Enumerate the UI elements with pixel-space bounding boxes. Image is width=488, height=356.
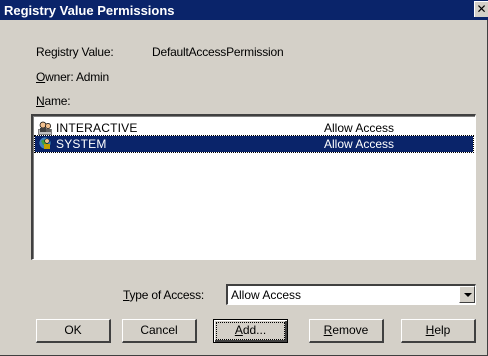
cancel-label: Cancel xyxy=(140,323,178,337)
chevron-down-icon xyxy=(464,293,472,297)
remove-label: Remove xyxy=(324,323,369,337)
type-of-access-value: Allow Access xyxy=(231,288,302,302)
name-listbox[interactable]: INTERACTIVE Allow Access SYSTEM Allow Ac… xyxy=(31,114,476,260)
remove-mnemonic: R xyxy=(323,323,333,337)
list-item-system[interactable]: SYSTEM Allow Access xyxy=(34,135,474,153)
remove-label-rest: emove xyxy=(332,323,369,337)
registry-value-label: Registry Value: xyxy=(36,45,114,59)
list-item-interactive[interactable]: INTERACTIVE Allow Access xyxy=(35,120,473,136)
list-item-access: Allow Access xyxy=(324,137,395,151)
registry-permissions-dialog: Registry Value Permissions ✕ Registry Va… xyxy=(0,0,488,356)
add-label: Add... xyxy=(235,323,266,337)
system-user-icon xyxy=(37,136,53,152)
name-label: Name: xyxy=(36,94,71,108)
type-of-access-label: Type of Access: xyxy=(123,288,204,302)
owner-mnemonic: O xyxy=(36,70,46,84)
add-mnemonic: A xyxy=(234,323,243,337)
ok-button[interactable]: OK xyxy=(36,319,111,343)
help-label-rest: elp xyxy=(434,323,451,337)
list-item-name: INTERACTIVE xyxy=(56,121,138,135)
help-label: Help xyxy=(426,323,451,337)
user-group-icon xyxy=(37,120,53,136)
remove-button[interactable]: Remove xyxy=(309,319,384,343)
name-label-rest: ame: xyxy=(44,94,71,108)
owner-value: Admin xyxy=(75,70,109,84)
owner-label: Owner: Admin xyxy=(36,70,109,84)
close-icon: ✕ xyxy=(476,2,487,16)
add-button[interactable]: Add... xyxy=(213,319,288,343)
ok-label: OK xyxy=(64,323,82,337)
cancel-button[interactable]: Cancel xyxy=(122,319,197,343)
dropdown-button[interactable] xyxy=(459,286,475,303)
help-button[interactable]: Help xyxy=(401,319,476,343)
registry-value-text: DefaultAccessPermission xyxy=(152,45,284,59)
owner-label-rest: wner: xyxy=(45,70,76,84)
type-of-access-select[interactable]: Allow Access xyxy=(226,284,476,305)
type-label-rest: ype of Access: xyxy=(129,288,205,302)
close-button[interactable]: ✕ xyxy=(474,1,488,17)
list-item-access: Allow Access xyxy=(324,121,395,135)
window-title: Registry Value Permissions xyxy=(4,3,175,18)
title-bar[interactable]: Registry Value Permissions ✕ xyxy=(0,0,488,20)
add-label-rest: dd... xyxy=(242,323,267,337)
list-item-name: SYSTEM xyxy=(56,137,107,151)
